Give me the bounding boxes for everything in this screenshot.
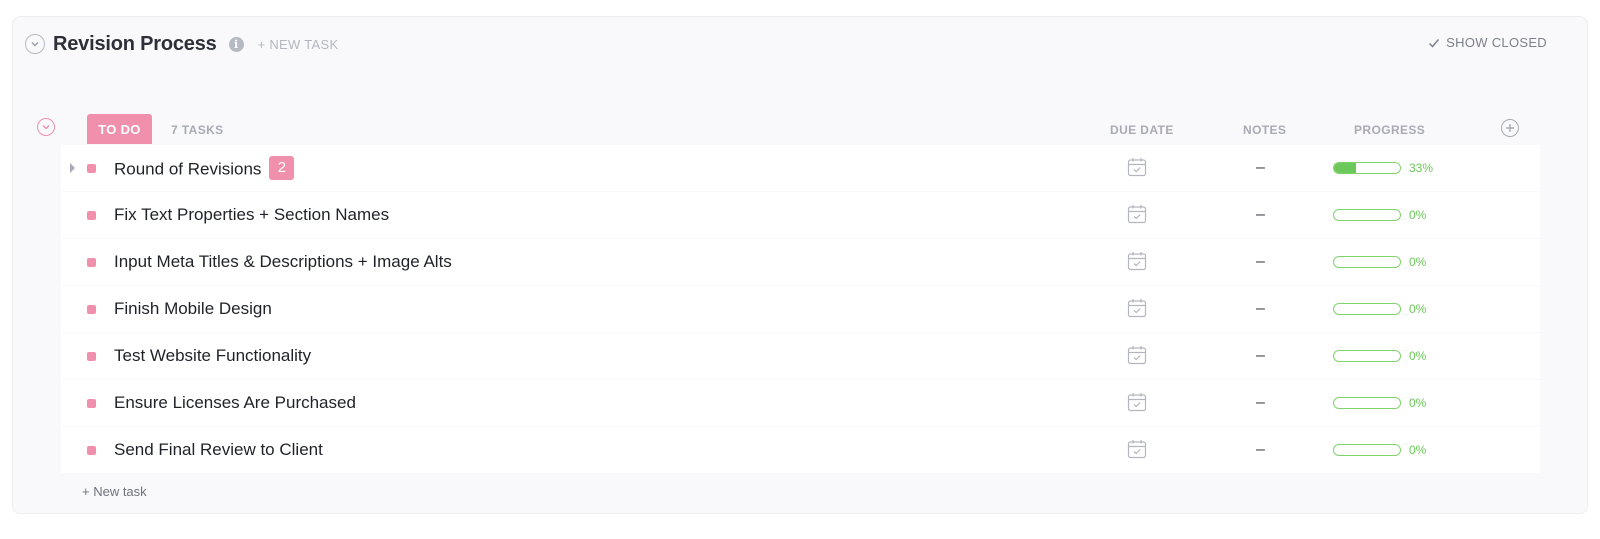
progress-percent: 33% bbox=[1409, 161, 1434, 175]
notes-cell[interactable]: – bbox=[1256, 300, 1265, 318]
calendar-icon[interactable] bbox=[1127, 204, 1147, 224]
calendar-icon[interactable] bbox=[1127, 392, 1147, 412]
task-row[interactable]: Ensure Licenses Are Purchased – 0% bbox=[61, 380, 1540, 426]
status-square-icon[interactable] bbox=[87, 446, 96, 455]
progress-bar bbox=[1333, 256, 1401, 268]
progress-bar bbox=[1333, 397, 1401, 409]
chevron-down-icon bbox=[31, 42, 39, 47]
task-name[interactable]: Round of Revisions 2 bbox=[114, 156, 295, 182]
progress-percent: 0% bbox=[1409, 349, 1427, 363]
collapse-group-button[interactable] bbox=[37, 118, 55, 136]
progress-percent: 0% bbox=[1409, 302, 1427, 316]
status-square-icon[interactable] bbox=[87, 211, 96, 220]
task-row[interactable]: Test Website Functionality – 0% bbox=[61, 333, 1540, 379]
progress-bar bbox=[1333, 303, 1401, 315]
progress-bar bbox=[1333, 444, 1401, 456]
status-square-icon[interactable] bbox=[87, 258, 96, 267]
task-name-text: Round of Revisions bbox=[114, 159, 262, 179]
task-count: 7 TASKS bbox=[171, 123, 224, 137]
calendar-icon[interactable] bbox=[1127, 157, 1147, 177]
collapse-list-button[interactable] bbox=[25, 34, 45, 54]
show-closed-label: SHOW CLOSED bbox=[1446, 35, 1547, 50]
calendar-icon[interactable] bbox=[1127, 251, 1147, 271]
check-icon bbox=[1429, 38, 1440, 48]
task-row[interactable]: Input Meta Titles & Descriptions + Image… bbox=[61, 239, 1540, 285]
plus-icon bbox=[1506, 124, 1514, 132]
add-column-button[interactable] bbox=[1501, 119, 1519, 137]
list-header: Revision Process i + NEW TASK bbox=[25, 31, 338, 57]
task-row[interactable]: Fix Text Properties + Section Names – 0% bbox=[61, 192, 1540, 238]
progress-percent: 0% bbox=[1409, 443, 1427, 457]
task-name[interactable]: Finish Mobile Design bbox=[114, 299, 272, 319]
task-list: Round of Revisions 2 – 33% Fix Text Prope… bbox=[61, 145, 1540, 474]
notes-cell[interactable]: – bbox=[1256, 159, 1265, 177]
progress-percent: 0% bbox=[1409, 255, 1427, 269]
task-name[interactable]: Input Meta Titles & Descriptions + Image… bbox=[114, 252, 452, 272]
task-name[interactable]: Test Website Functionality bbox=[114, 346, 311, 366]
task-row[interactable]: Round of Revisions 2 – 33% bbox=[61, 145, 1540, 191]
calendar-icon[interactable] bbox=[1127, 298, 1147, 318]
chevron-down-icon bbox=[42, 125, 50, 130]
calendar-icon[interactable] bbox=[1127, 345, 1147, 365]
calendar-icon[interactable] bbox=[1127, 439, 1147, 459]
task-name[interactable]: Send Final Review to Client bbox=[114, 440, 323, 460]
column-header-notes[interactable]: NOTES bbox=[1243, 123, 1286, 137]
notes-cell[interactable]: – bbox=[1256, 206, 1265, 224]
status-square-icon[interactable] bbox=[87, 305, 96, 314]
progress-fill bbox=[1334, 163, 1356, 173]
status-group-header: TO DO 7 TASKS DUE DATE NOTES PROGRESS bbox=[37, 114, 1577, 144]
subtask-count-badge[interactable]: 2 bbox=[269, 156, 295, 180]
task-name[interactable]: Fix Text Properties + Section Names bbox=[114, 205, 389, 225]
status-square-icon[interactable] bbox=[87, 352, 96, 361]
notes-cell[interactable]: – bbox=[1256, 394, 1265, 412]
status-label[interactable]: TO DO bbox=[87, 114, 152, 144]
task-name[interactable]: Ensure Licenses Are Purchased bbox=[114, 393, 356, 413]
progress-percent: 0% bbox=[1409, 396, 1427, 410]
list-title: Revision Process bbox=[53, 32, 217, 55]
progress-bar bbox=[1333, 162, 1401, 174]
task-row[interactable]: Send Final Review to Client – 0% bbox=[61, 427, 1540, 473]
progress-bar bbox=[1333, 209, 1401, 221]
notes-cell[interactable]: – bbox=[1256, 347, 1265, 365]
progress-bar bbox=[1333, 350, 1401, 362]
new-task-button[interactable]: + New task bbox=[82, 484, 147, 499]
expand-subtasks-icon[interactable] bbox=[70, 163, 75, 173]
new-task-header-button[interactable]: + NEW TASK bbox=[258, 37, 339, 52]
notes-cell[interactable]: – bbox=[1256, 253, 1265, 271]
status-square-icon[interactable] bbox=[87, 399, 96, 408]
show-closed-button[interactable]: SHOW CLOSED bbox=[1428, 35, 1547, 50]
task-row[interactable]: Finish Mobile Design – 0% bbox=[61, 286, 1540, 332]
column-header-progress[interactable]: PROGRESS bbox=[1354, 123, 1425, 137]
info-icon[interactable]: i bbox=[228, 36, 244, 52]
notes-cell[interactable]: – bbox=[1256, 441, 1265, 459]
column-header-due-date[interactable]: DUE DATE bbox=[1110, 123, 1174, 137]
progress-percent: 0% bbox=[1409, 208, 1427, 222]
status-square-icon[interactable] bbox=[87, 164, 96, 173]
